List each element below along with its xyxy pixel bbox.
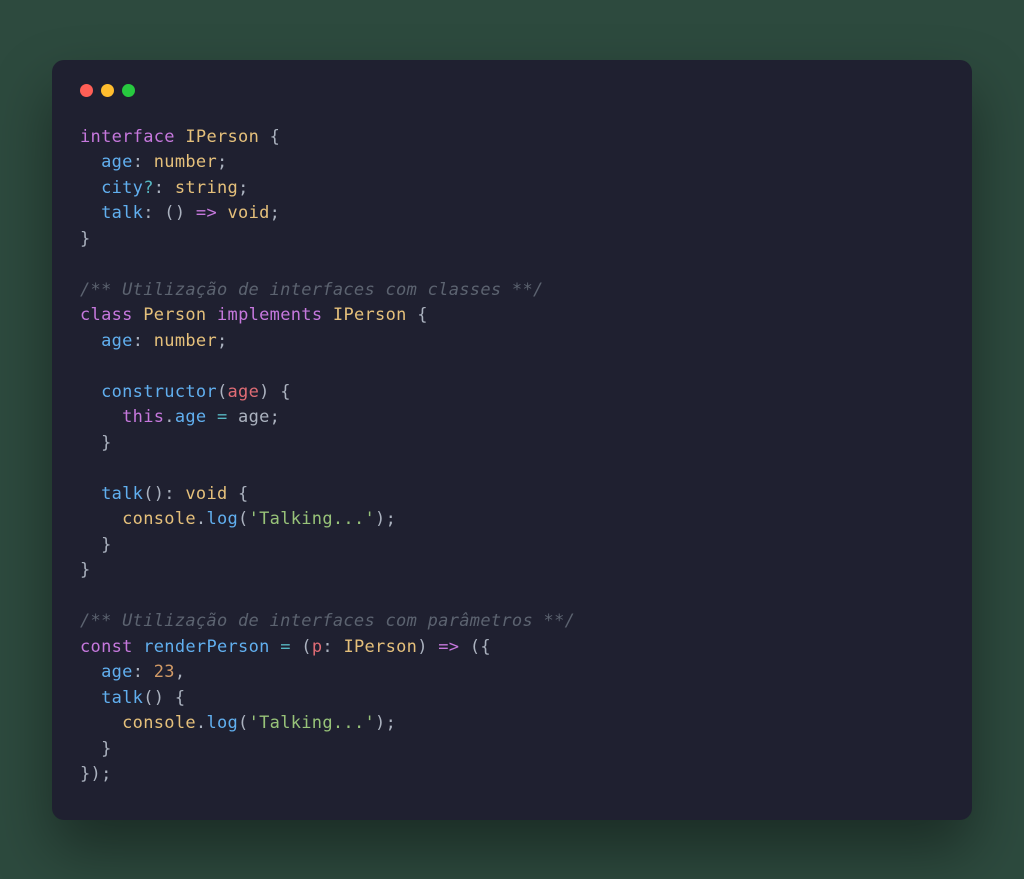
string-talking: 'Talking...' [249, 509, 375, 529]
var-age: age [238, 407, 270, 427]
paren-open: ( [217, 382, 228, 402]
brace-close: } [80, 229, 91, 249]
indent [80, 713, 122, 733]
brace-open: { [259, 127, 280, 147]
optional-mark: ? [143, 178, 154, 198]
paren-close: ) [375, 509, 386, 529]
console: console [122, 509, 196, 529]
semicolon: ; [386, 713, 397, 733]
colon: : [164, 484, 185, 504]
type-iperson: IPerson [185, 127, 259, 147]
brace-open: { [228, 484, 249, 504]
brace-close: } [80, 764, 91, 784]
paren-close: ) [417, 637, 428, 657]
prop-age: age [80, 662, 133, 682]
semicolon: ; [270, 203, 281, 223]
parens: () [143, 484, 164, 504]
prop-age: age [175, 407, 207, 427]
prop-age: age [80, 331, 133, 351]
close-icon[interactable] [80, 84, 93, 97]
comment-params: /** Utilização de interfaces com parâmet… [80, 611, 575, 631]
dot: . [196, 713, 207, 733]
space [206, 305, 217, 325]
type-person: Person [143, 305, 206, 325]
equals: = [206, 407, 238, 427]
paren-close: ) [375, 713, 386, 733]
paren-close: ) [259, 382, 270, 402]
code-block: interface IPerson { age: number; city?: … [80, 125, 944, 788]
type-iperson: IPerson [333, 305, 407, 325]
log: log [206, 713, 238, 733]
prop-talk: talk [80, 203, 143, 223]
semicolon: ; [101, 764, 112, 784]
param-age: age [228, 382, 260, 402]
prop-city: city [80, 178, 143, 198]
brace-close: } [80, 560, 91, 580]
brace-close: } [80, 535, 112, 555]
colon: : [322, 637, 343, 657]
colon: : [154, 178, 175, 198]
brace-open: { [164, 688, 185, 708]
log: log [206, 509, 238, 529]
minimize-icon[interactable] [101, 84, 114, 97]
brace-open: { [270, 382, 291, 402]
parens: () [164, 203, 185, 223]
number-23: 23 [154, 662, 175, 682]
comment-classes: /** Utilização de interfaces com classes… [80, 280, 544, 300]
keyword-implements: implements [217, 305, 322, 325]
semicolon: ; [217, 152, 228, 172]
brace-close: } [80, 739, 112, 759]
brace-open: { [480, 637, 491, 657]
semicolon: ; [386, 509, 397, 529]
code-window: interface IPerson { age: number; city?: … [52, 60, 972, 820]
brace-close: } [80, 433, 112, 453]
keyword-this: this [122, 407, 164, 427]
colon: : [133, 331, 154, 351]
brace-open: { [407, 305, 428, 325]
keyword-const: const [80, 637, 133, 657]
keyword-class: class [80, 305, 133, 325]
console: console [122, 713, 196, 733]
string-talking: 'Talking...' [249, 713, 375, 733]
equals: = [270, 637, 302, 657]
window-titlebar [80, 84, 944, 97]
semicolon: ; [217, 331, 228, 351]
paren-open: ( [238, 509, 249, 529]
comma: , [175, 662, 186, 682]
semicolon: ; [270, 407, 281, 427]
constructor: constructor [80, 382, 217, 402]
paren-open: ( [301, 637, 312, 657]
space [175, 127, 186, 147]
colon: : [133, 662, 154, 682]
space [322, 305, 333, 325]
keyword-interface: interface [80, 127, 175, 147]
arrow: => [428, 637, 470, 657]
maximize-icon[interactable] [122, 84, 135, 97]
fn-renderperson: renderPerson [143, 637, 269, 657]
colon: : [133, 152, 154, 172]
arrow: => [185, 203, 227, 223]
type-number: number [154, 152, 217, 172]
indent [80, 407, 122, 427]
paren-open: ( [238, 713, 249, 733]
indent [80, 509, 122, 529]
type-void: void [185, 484, 227, 504]
paren-open: ( [470, 637, 481, 657]
type-void: void [228, 203, 270, 223]
dot: . [196, 509, 207, 529]
semicolon: ; [238, 178, 249, 198]
space [133, 305, 144, 325]
type-number: number [154, 331, 217, 351]
space [133, 637, 144, 657]
colon: : [143, 203, 164, 223]
prop-age: age [80, 152, 133, 172]
param-p: p [312, 637, 323, 657]
paren-close: ) [91, 764, 102, 784]
type-iperson: IPerson [343, 637, 417, 657]
type-string: string [175, 178, 238, 198]
parens: () [143, 688, 164, 708]
method-talk: talk [80, 688, 143, 708]
method-talk: talk [80, 484, 143, 504]
dot: . [164, 407, 175, 427]
